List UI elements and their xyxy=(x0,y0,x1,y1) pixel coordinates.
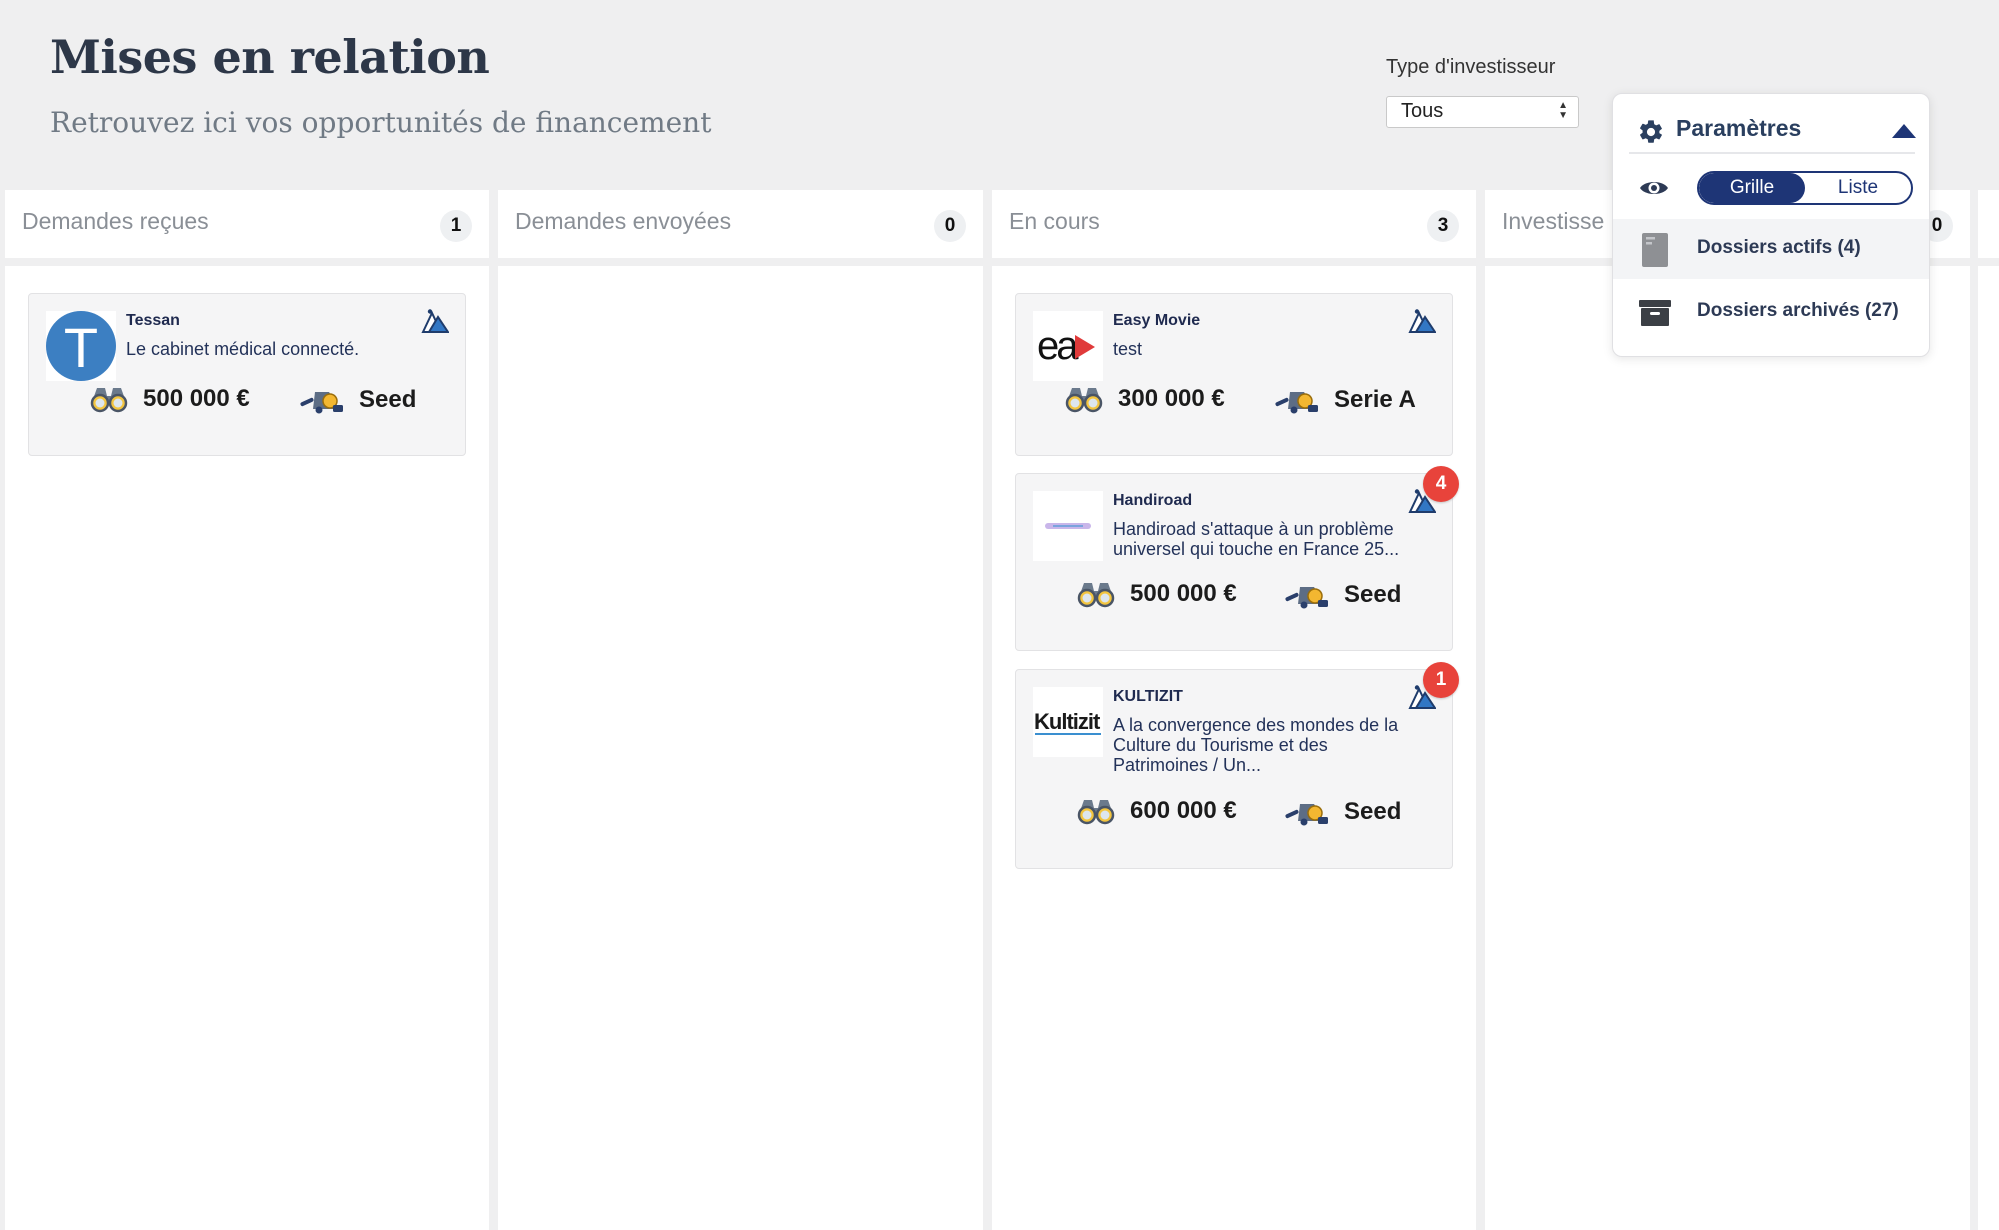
company-description: Handiroad s'attaque à un problème univer… xyxy=(1113,519,1400,559)
company-name: Handiroad xyxy=(1113,492,1193,509)
column-header-next[interactable] xyxy=(1978,190,1999,258)
investor-type-label: Type d'investisseur xyxy=(1386,56,1556,78)
notification-badge: 4 xyxy=(1423,466,1459,502)
settings-panel: Paramètres Grille Liste Dossiers actifs … xyxy=(1612,93,1930,357)
funding-stage: Seed xyxy=(1284,797,1401,827)
stage-value: Seed xyxy=(359,386,417,413)
funding-amount: 500 000 € xyxy=(89,385,250,413)
company-logo xyxy=(1033,491,1103,561)
company-logo: T xyxy=(46,311,116,381)
list-view-button[interactable]: Liste xyxy=(1805,173,1911,203)
company-logo: Kultizit xyxy=(1033,687,1103,757)
svg-text:Kultizit: Kultizit xyxy=(1034,709,1101,734)
investment-stage-icon xyxy=(299,385,345,415)
column-body-next xyxy=(1978,266,1999,1230)
column-title: Demandes envoyées xyxy=(515,208,732,234)
company-logo: ea xyxy=(1033,311,1103,381)
settings-header[interactable]: Paramètres xyxy=(1637,106,1917,152)
column-title: Investisse xyxy=(1502,208,1605,234)
company-description: A la convergence des mondes de la Cultur… xyxy=(1113,715,1399,775)
column-count: 1 xyxy=(440,210,472,242)
binoculars-icon xyxy=(1076,797,1116,825)
view-toggle: Grille Liste xyxy=(1697,171,1913,205)
page-subtitle: Retrouvez ici vos opportunités de financ… xyxy=(50,106,712,139)
company-description: Le cabinet médical connecté. xyxy=(126,339,360,359)
company-description: test xyxy=(1113,339,1143,359)
column-header-received[interactable]: Demandes reçues 1 xyxy=(5,190,489,258)
notification-badge: 1 xyxy=(1423,662,1459,698)
folder-icon xyxy=(1642,233,1668,267)
deal-card[interactable]: ea Easy Movie test 300 000 € Serie A xyxy=(1015,293,1453,456)
divider xyxy=(1629,152,1915,154)
archived-folders-label: Dossiers archivés (27) xyxy=(1697,300,1899,321)
amount-value: 600 000 € xyxy=(1130,797,1237,824)
column-count: 3 xyxy=(1427,210,1459,242)
archive-box-icon xyxy=(1639,300,1671,326)
funding-stage: Seed xyxy=(299,385,416,415)
stage-value: Serie A xyxy=(1334,386,1416,413)
company-name: KULTIZIT xyxy=(1113,688,1183,705)
column-header-in-progress[interactable]: En cours 3 xyxy=(992,190,1476,258)
binoculars-icon xyxy=(1064,385,1104,413)
amount-value: 500 000 € xyxy=(1130,580,1237,607)
funding-stage: Seed xyxy=(1284,580,1401,610)
mountain-icon[interactable] xyxy=(1408,308,1436,334)
page-title: Mises en relation xyxy=(50,30,490,84)
investor-type-select[interactable]: Tous ▲ ▼ xyxy=(1386,96,1579,128)
grid-view-button[interactable]: Grille xyxy=(1699,173,1805,203)
funding-amount: 600 000 € xyxy=(1076,797,1237,825)
select-arrows-icon: ▲ ▼ xyxy=(1558,100,1568,121)
deal-card[interactable]: Handiroad Handiroad s'attaque à un probl… xyxy=(1015,466,1459,651)
archived-folders-item[interactable]: Dossiers archivés (27) xyxy=(1613,282,1929,342)
settings-title: Paramètres xyxy=(1676,115,1802,141)
amount-value: 500 000 € xyxy=(143,385,250,412)
investor-type-value: Tous xyxy=(1401,100,1444,122)
binoculars-icon xyxy=(1076,580,1116,608)
deal-card[interactable]: Kultizit KULTIZIT A la convergence des m… xyxy=(1015,662,1459,869)
funding-amount: 500 000 € xyxy=(1076,580,1237,608)
deal-card[interactable]: T Tessan Le cabinet médical connecté. 50… xyxy=(28,293,466,456)
svg-text:T: T xyxy=(64,316,98,379)
active-folders-label: Dossiers actifs (4) xyxy=(1697,237,1861,258)
column-count: 0 xyxy=(934,210,966,242)
investment-stage-icon xyxy=(1284,797,1330,827)
column-title: Demandes reçues xyxy=(22,208,209,234)
stage-value: Seed xyxy=(1344,581,1402,608)
column-body-investors xyxy=(1485,266,1970,1230)
column-header-sent[interactable]: Demandes envoyées 0 xyxy=(498,190,983,258)
funding-stage: Serie A xyxy=(1274,385,1416,415)
gear-icon xyxy=(1640,120,1662,143)
company-name: Tessan xyxy=(126,312,180,329)
funding-amount: 300 000 € xyxy=(1064,385,1225,413)
investment-stage-icon xyxy=(1284,580,1330,610)
company-name: Easy Movie xyxy=(1113,312,1201,329)
svg-text:ea: ea xyxy=(1037,324,1079,368)
mountain-icon[interactable] xyxy=(421,308,449,334)
column-body-sent xyxy=(498,266,983,1230)
amount-value: 300 000 € xyxy=(1118,385,1225,412)
stage-value: Seed xyxy=(1344,798,1402,825)
column-title: En cours xyxy=(1009,208,1100,234)
investment-stage-icon xyxy=(1274,385,1320,415)
eye-icon xyxy=(1640,182,1668,194)
active-folders-item[interactable]: Dossiers actifs (4) xyxy=(1613,219,1929,279)
caret-up-icon[interactable] xyxy=(1891,123,1917,139)
binoculars-icon xyxy=(89,385,129,413)
